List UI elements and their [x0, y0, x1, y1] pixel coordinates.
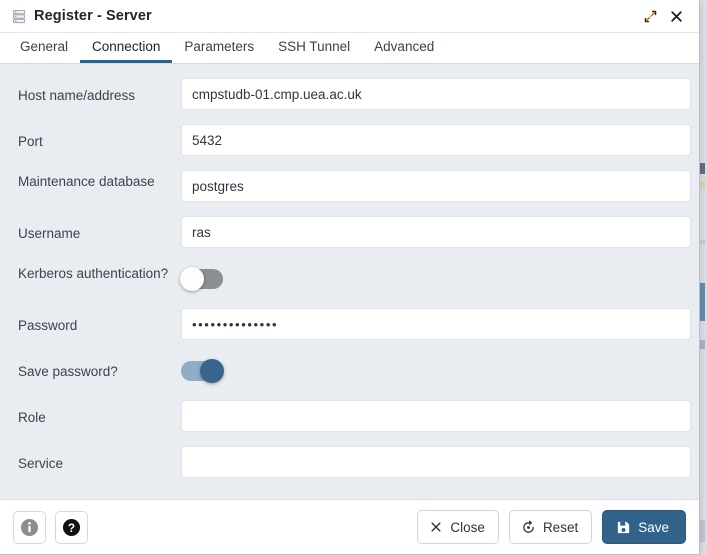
tab-general[interactable]: General — [8, 33, 80, 63]
role-label: Role — [18, 400, 181, 426]
help-button[interactable]: ? — [55, 511, 88, 544]
service-input[interactable] — [181, 446, 691, 478]
register-server-dialog: Register - Server General Connection Par… — [0, 0, 700, 555]
reset-icon — [521, 520, 536, 535]
reset-button-label: Reset — [543, 520, 578, 535]
maintenance-database-label: Maintenance database — [18, 170, 181, 190]
username-label: Username — [18, 216, 181, 242]
row-username: Username — [0, 216, 699, 250]
host-input[interactable] — [181, 78, 691, 110]
maintenance-database-field-wrap — [181, 170, 691, 202]
tab-bar: General Connection Parameters SSH Tunnel… — [0, 33, 699, 64]
row-maintenance-database: Maintenance database — [0, 170, 699, 204]
service-label: Service — [18, 446, 181, 472]
info-icon — [20, 518, 39, 537]
save-password-field-wrap — [181, 354, 691, 381]
row-role: Role — [0, 400, 699, 434]
dialog-title-bar: Register - Server — [0, 0, 699, 33]
dialog-footer: ? Close Reset — [0, 499, 699, 554]
row-service: Service — [0, 446, 699, 480]
username-field-wrap — [181, 216, 691, 248]
row-password: Password — [0, 308, 699, 342]
server-stack-icon — [12, 9, 27, 24]
tab-connection[interactable]: Connection — [80, 33, 172, 63]
question-mark-icon: ? — [62, 518, 81, 537]
row-port: Port — [0, 124, 699, 158]
role-field-wrap — [181, 400, 691, 432]
save-password-toggle-knob — [200, 359, 224, 383]
host-label: Host name/address — [18, 78, 181, 104]
info-button[interactable] — [13, 511, 46, 544]
kerberos-label: Kerberos authentication? — [18, 262, 181, 282]
port-label: Port — [18, 124, 181, 150]
row-kerberos: Kerberos authentication? — [0, 262, 699, 296]
host-field-wrap — [181, 78, 691, 110]
row-save-password: Save password? — [0, 354, 699, 388]
password-label: Password — [18, 308, 181, 334]
maintenance-database-input[interactable] — [181, 170, 691, 202]
tab-advanced[interactable]: Advanced — [362, 33, 446, 63]
password-input[interactable] — [181, 308, 691, 340]
connection-form: Host name/address Port Maintenance datab… — [0, 64, 699, 499]
row-host: Host name/address — [0, 78, 699, 112]
role-input[interactable] — [181, 400, 691, 432]
close-x-icon — [429, 520, 443, 534]
kerberos-field-wrap — [181, 262, 691, 289]
service-field-wrap — [181, 446, 691, 478]
close-button[interactable]: Close — [417, 510, 499, 544]
close-button-label: Close — [450, 520, 485, 535]
save-password-toggle[interactable] — [181, 361, 223, 381]
tab-parameters[interactable]: Parameters — [172, 33, 266, 63]
save-password-label: Save password? — [18, 354, 181, 380]
port-input[interactable] — [181, 124, 691, 156]
dialog-title: Register - Server — [34, 8, 152, 24]
username-input[interactable] — [181, 216, 691, 248]
port-field-wrap — [181, 124, 691, 156]
reset-button[interactable]: Reset — [509, 510, 592, 544]
save-floppy-icon — [616, 520, 631, 535]
kerberos-toggle-knob — [180, 267, 204, 291]
close-icon[interactable] — [663, 3, 689, 29]
save-button-label: Save — [638, 520, 669, 535]
tab-ssh-tunnel[interactable]: SSH Tunnel — [266, 33, 362, 63]
save-button[interactable]: Save — [602, 510, 686, 544]
password-field-wrap — [181, 308, 691, 340]
maximize-icon[interactable] — [637, 3, 663, 29]
kerberos-toggle[interactable] — [181, 269, 223, 289]
svg-text:?: ? — [68, 520, 75, 534]
